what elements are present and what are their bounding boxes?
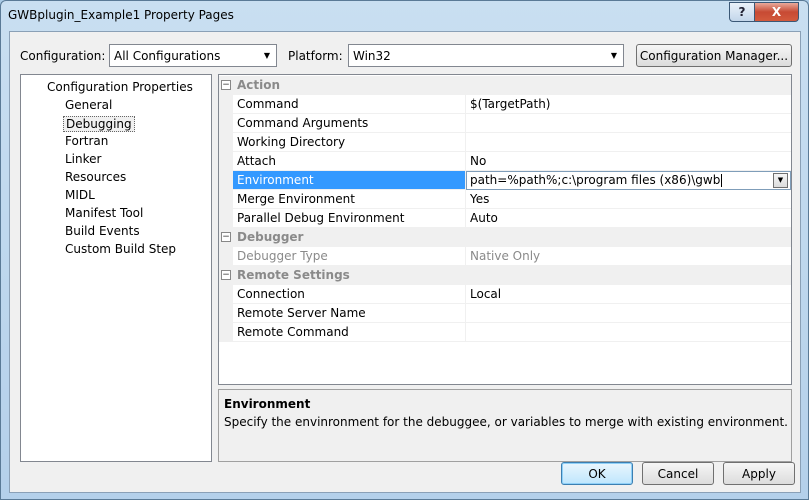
- property-name: Remote Server Name: [233, 304, 466, 323]
- property-row-connection[interactable]: Connection Local: [219, 285, 791, 304]
- property-row-command[interactable]: Command $(TargetPath): [219, 95, 791, 114]
- window-title: GWBplugin_Example1 Property Pages: [8, 8, 234, 22]
- property-value[interactable]: [466, 114, 791, 133]
- tree-item-debugging[interactable]: Debugging: [63, 116, 135, 132]
- configuration-manager-button[interactable]: Configuration Manager...: [636, 44, 792, 67]
- tree-root-configuration-properties[interactable]: Configuration Properties: [45, 80, 195, 94]
- help-button[interactable]: ?: [729, 2, 755, 22]
- tree-item-build-events[interactable]: Build Events: [63, 224, 142, 238]
- configuration-label: Configuration:: [20, 49, 106, 63]
- chevron-down-icon: ▼: [263, 51, 271, 60]
- description-panel: Environment Specify the envinronment for…: [218, 389, 792, 462]
- category-label: Debugger: [237, 230, 304, 244]
- configuration-select[interactable]: All Configurations ▼: [109, 44, 277, 67]
- property-row-working-directory[interactable]: Working Directory: [219, 133, 791, 152]
- property-value[interactable]: $(TargetPath): [466, 95, 791, 114]
- property-row-attach[interactable]: Attach No: [219, 152, 791, 171]
- platform-select-value: Win32: [353, 48, 391, 63]
- tree-item-midl[interactable]: MIDL: [63, 188, 97, 202]
- text-caret: [721, 174, 723, 187]
- category-debugger[interactable]: − Debugger: [219, 228, 791, 247]
- property-row-remote-server-name[interactable]: Remote Server Name: [219, 304, 791, 323]
- apply-button[interactable]: Apply: [723, 462, 795, 485]
- property-name: Parallel Debug Environment: [233, 209, 466, 228]
- property-name: Remote Command: [233, 323, 466, 342]
- property-name: Command Arguments: [233, 114, 466, 133]
- platform-select[interactable]: Win32 ▼: [348, 44, 624, 67]
- property-value[interactable]: Auto: [466, 209, 791, 228]
- property-row-remote-command[interactable]: Remote Command: [219, 323, 791, 342]
- tree-item-manifest-tool[interactable]: Manifest Tool: [63, 206, 145, 220]
- property-name: Working Directory: [233, 133, 466, 152]
- property-value[interactable]: Yes: [466, 190, 791, 209]
- help-icon: ?: [738, 5, 746, 19]
- property-value: Native Only: [466, 247, 791, 266]
- category-remote-settings[interactable]: − Remote Settings: [219, 266, 791, 285]
- chevron-down-icon: ▼: [610, 51, 618, 60]
- property-name: Command: [233, 95, 466, 114]
- dialog-client-area: Configuration: All Configurations ▼ Plat…: [9, 31, 801, 493]
- close-icon: X: [771, 5, 782, 19]
- property-row-merge-environment[interactable]: Merge Environment Yes: [219, 190, 791, 209]
- property-name: Merge Environment: [233, 190, 466, 209]
- tree-item-linker[interactable]: Linker: [63, 152, 103, 166]
- chevron-down-icon[interactable]: ▼: [773, 173, 788, 188]
- description-title: Environment: [224, 397, 311, 411]
- collapse-icon[interactable]: −: [221, 80, 231, 90]
- property-value[interactable]: [466, 323, 791, 342]
- ok-button[interactable]: OK: [561, 462, 633, 485]
- environment-value-input[interactable]: path=%path%;c:\program files (x86)\gwb ▼: [466, 171, 791, 190]
- close-button[interactable]: X: [754, 2, 799, 22]
- title-bar[interactable]: GWBplugin_Example1 Property Pages ? X: [1, 1, 808, 31]
- property-name: Attach: [233, 152, 466, 171]
- property-grid[interactable]: − Action Command $(TargetPath) Command A…: [218, 74, 792, 385]
- property-row-parallel-debug-environment[interactable]: Parallel Debug Environment Auto: [219, 209, 791, 228]
- configuration-select-value: All Configurations: [114, 48, 221, 63]
- property-name: Debugger Type: [233, 247, 466, 266]
- platform-label: Platform:: [288, 49, 343, 63]
- tree-item-general[interactable]: General: [63, 98, 114, 112]
- collapse-icon[interactable]: −: [221, 232, 231, 242]
- property-pages-window: GWBplugin_Example1 Property Pages ? X Co…: [0, 0, 809, 500]
- category-action[interactable]: − Action: [219, 76, 791, 95]
- description-text: Specify the envinronment for the debugge…: [224, 415, 788, 429]
- property-value[interactable]: No: [466, 152, 791, 171]
- cancel-button[interactable]: Cancel: [642, 462, 714, 485]
- tree-item-fortran[interactable]: Fortran: [63, 134, 110, 148]
- property-name: Connection: [233, 285, 466, 304]
- environment-value-text: path=%path%;c:\program files (x86)\gwb: [470, 173, 721, 187]
- tree-item-resources[interactable]: Resources: [63, 170, 128, 184]
- collapse-icon[interactable]: −: [221, 270, 231, 280]
- property-row-command-arguments[interactable]: Command Arguments: [219, 114, 791, 133]
- property-value[interactable]: [466, 304, 791, 323]
- property-row-environment[interactable]: Environment path=%path%;c:\program files…: [219, 171, 791, 190]
- property-value[interactable]: [466, 133, 791, 152]
- category-label: Remote Settings: [237, 268, 350, 282]
- property-row-debugger-type[interactable]: Debugger Type Native Only: [219, 247, 791, 266]
- property-name: Environment: [233, 171, 466, 190]
- category-label: Action: [237, 78, 281, 92]
- tree-item-custom-build-step[interactable]: Custom Build Step: [63, 242, 178, 256]
- property-tree[interactable]: Configuration Properties General Debuggi…: [20, 74, 212, 462]
- property-value[interactable]: Local: [466, 285, 791, 304]
